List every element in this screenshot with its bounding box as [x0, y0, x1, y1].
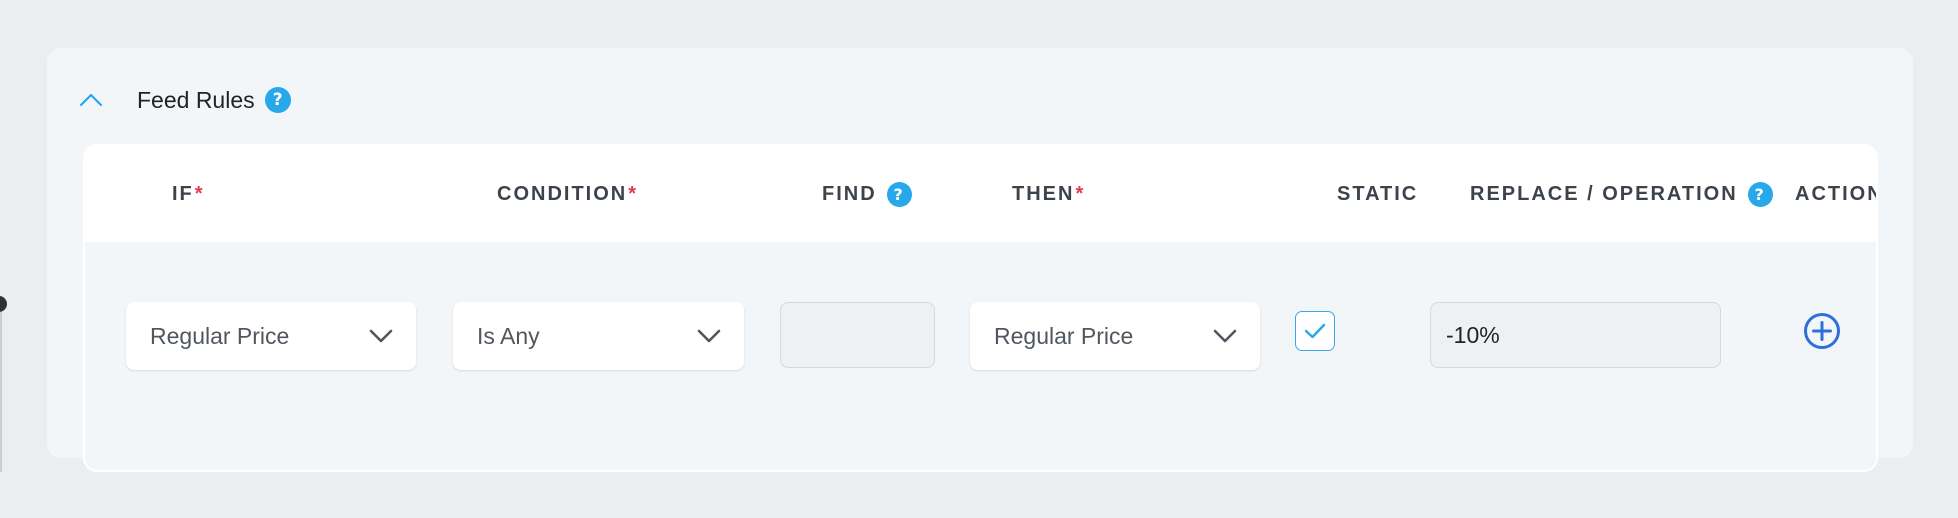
column-header-if: IF * [172, 180, 205, 208]
column-header-replace: REPLACE / OPERATION? [1470, 180, 1773, 208]
edge-handle [0, 296, 7, 312]
then-select-value: Regular Price [994, 323, 1134, 349]
if-select[interactable]: Regular Price [126, 302, 416, 370]
column-label: IF [172, 182, 194, 205]
panel-title: Feed Rules [137, 86, 255, 113]
rules-table: IF * CONDITION * FIND? THEN * STATIC REPLAC… [83, 144, 1878, 472]
panel-header: Feed Rules ? [77, 82, 291, 118]
chevron-down-icon [697, 329, 721, 343]
chevron-down-icon [1213, 329, 1237, 343]
table-header: IF * CONDITION * FIND? THEN * STATIC REPLAC… [85, 146, 1876, 242]
question-icon[interactable]: ? [1747, 181, 1773, 207]
column-label: STATIC [1337, 182, 1419, 205]
required-marker: * [1075, 182, 1086, 205]
plus-circle-icon[interactable] [1803, 312, 1841, 350]
question-icon[interactable]: ? [886, 181, 912, 207]
column-header-action: ACTION [1795, 180, 1878, 208]
checkmark-icon [1304, 323, 1326, 339]
question-icon[interactable]: ? [264, 87, 291, 113]
column-label: FIND [822, 182, 877, 205]
feed-rules-panel: Feed Rules ? IF * CONDITION * FIND? THEN * … [47, 48, 1913, 472]
column-label: THEN [1012, 182, 1075, 205]
condition-select[interactable]: Is Any [453, 302, 744, 370]
edge-connector [0, 312, 2, 472]
replace-operation-input[interactable] [1430, 302, 1721, 368]
then-select[interactable]: Regular Price [970, 302, 1260, 370]
find-input[interactable] [780, 302, 935, 368]
column-header-then: THEN * [1012, 180, 1085, 208]
required-marker: * [628, 182, 639, 205]
column-header-find: FIND? [822, 180, 912, 208]
static-checkbox[interactable] [1295, 311, 1335, 351]
column-label: ACTION [1795, 182, 1878, 205]
chevron-up-icon[interactable] [77, 86, 105, 114]
column-header-condition: CONDITION * [497, 180, 638, 208]
column-label: CONDITION [497, 182, 628, 205]
condition-select-value: Is Any [477, 323, 540, 349]
column-label: REPLACE / OPERATION [1470, 182, 1738, 205]
required-marker: * [194, 182, 205, 205]
column-header-static: STATIC [1337, 180, 1418, 208]
chevron-down-icon [369, 329, 393, 343]
if-select-value: Regular Price [150, 323, 290, 349]
